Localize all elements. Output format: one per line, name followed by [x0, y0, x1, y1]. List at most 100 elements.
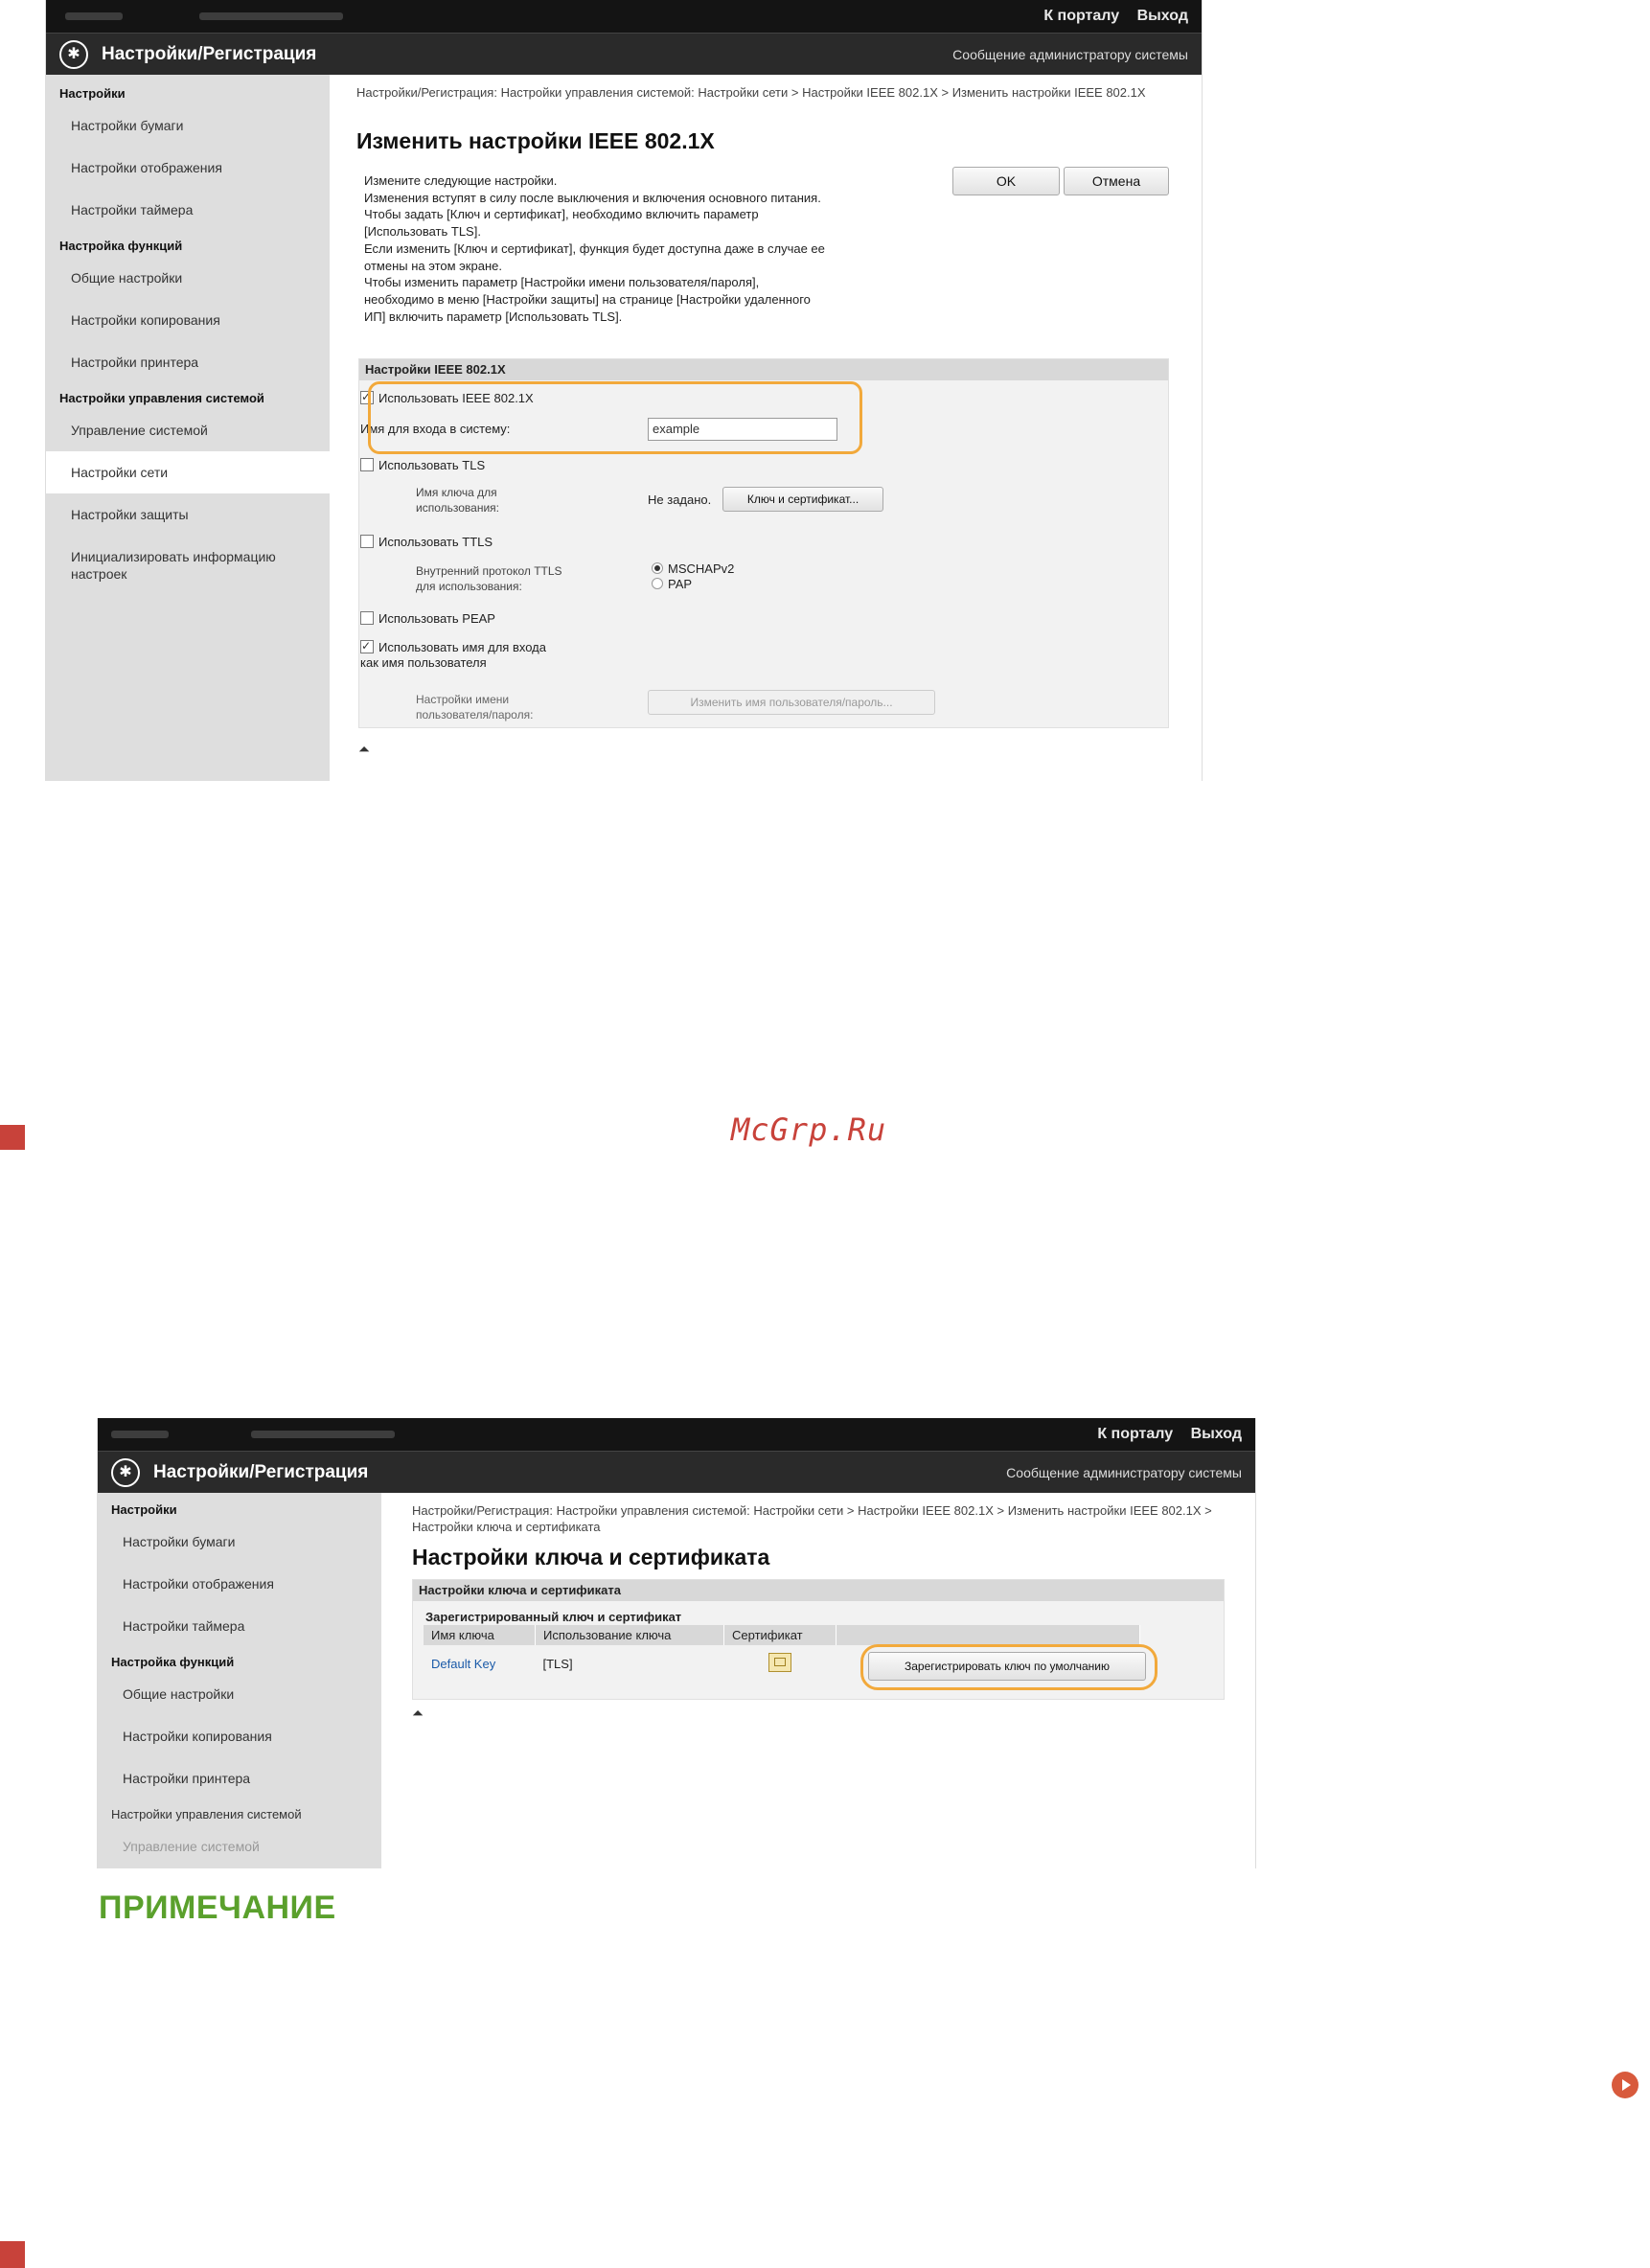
next-arrow-icon[interactable] [1612, 2072, 1639, 2098]
top-bar: К порталу Выход [98, 1418, 1255, 1451]
register-default-key-button[interactable]: Зарегистрировать ключ по умолчанию [868, 1652, 1146, 1681]
mschap-label: MSCHAPv2 [668, 561, 735, 576]
sidebar-group-settings: Настройки [111, 1502, 177, 1517]
sidebar: Настройки Настройки бумаги Настройки ото… [46, 75, 330, 781]
app-logo-icon: ✱ [59, 40, 88, 69]
screenshot-key-cert: К порталу Выход ✱ Настройки/Регистрация … [97, 1418, 1256, 1868]
login-name-input[interactable]: example [648, 418, 837, 441]
use-login-as-user-checkbox[interactable] [360, 638, 374, 653]
ttls-protocol-label: Внутренний протокол TTLS для использован… [416, 563, 562, 594]
info-line: Если изменить [Ключ и сертификат], функц… [364, 241, 825, 256]
use-ieee-checkbox[interactable] [360, 389, 374, 404]
ttls-protocol-label-line: для использования: [416, 580, 522, 593]
key-name-link[interactable]: Default Key [424, 1645, 536, 1683]
sidebar-group-system: Настройки управления системой [111, 1807, 302, 1821]
login-name-label: Имя для входа в систему: [360, 422, 511, 436]
pap-radio[interactable] [652, 578, 663, 589]
sidebar-item-common[interactable]: Общие настройки [98, 1673, 381, 1715]
sidebar-item-system-management[interactable]: Управление системой [46, 409, 330, 451]
user-pass-label-line: Настройки имени [416, 693, 510, 706]
use-ttls-label: Использовать TTLS [378, 535, 493, 549]
use-login-as-user-label-2: как имя пользователя [360, 655, 487, 670]
sidebar-item-timer[interactable]: Настройки таймера [98, 1605, 381, 1647]
scroll-to-top-icon[interactable]: ⏶ [412, 1706, 424, 1722]
page-edge-marker [0, 2241, 25, 2268]
key-usage-cell: [TLS] [542, 1657, 573, 1671]
use-login-as-user-row: Использовать имя для входа как имя польз… [360, 638, 546, 671]
sidebar-group-settings: Настройки [59, 86, 126, 101]
info-line: Чтобы изменить параметр [Настройки имени… [364, 275, 760, 290]
sidebar-group-system: Настройки управления системой [59, 391, 264, 405]
sidebar-item-security[interactable]: Настройки защиты [46, 493, 330, 536]
logout-link[interactable]: Выход [1137, 8, 1188, 24]
table-header: Имя ключа [424, 1625, 536, 1645]
portal-link[interactable]: К порталу [1043, 8, 1119, 24]
top-links: К порталу Выход [1084, 1426, 1242, 1443]
scroll-to-top-icon[interactable]: ⏶ [358, 742, 370, 758]
sidebar-item-paper[interactable]: Настройки бумаги [98, 1521, 381, 1563]
page-edge-marker [0, 1125, 25, 1150]
mschap-radio[interactable] [652, 562, 663, 574]
sidebar-item-initialize[interactable]: Инициализировать информацию настроек [46, 536, 330, 595]
page-title: Изменить настройки IEEE 802.1X [356, 128, 715, 153]
table-header-row: Имя ключа Использование ключа Сертификат [424, 1625, 1140, 1645]
app-logo-icon: ✱ [111, 1458, 140, 1487]
page-title: Настройки ключа и сертификата [412, 1545, 770, 1569]
sidebar-item-display[interactable]: Настройки отображения [46, 147, 330, 189]
sidebar-item-copy[interactable]: Настройки копирования [46, 299, 330, 341]
key-name-value: Не задано. [648, 493, 712, 507]
admin-message-link[interactable]: Сообщение администратору системы [1006, 1465, 1242, 1480]
use-peap-row: Использовать PEAP [360, 611, 495, 627]
use-ieee-row: Использовать IEEE 802.1X [360, 389, 534, 406]
portal-link[interactable]: К порталу [1097, 1426, 1173, 1442]
breadcrumb: Настройки/Регистрация: Настройки управле… [356, 85, 1146, 100]
certificate-icon[interactable] [768, 1653, 791, 1672]
info-line: [Использовать TLS]. [364, 224, 481, 240]
use-ieee-label: Использовать IEEE 802.1X [378, 391, 534, 405]
change-user-pass-button[interactable]: Изменить имя пользователя/пароль... [648, 690, 935, 715]
logout-link[interactable]: Выход [1191, 1426, 1242, 1442]
ttls-protocol-label-line: Внутренний протокол TTLS [416, 564, 562, 578]
sidebar-item-common[interactable]: Общие настройки [46, 257, 330, 299]
sidebar-item-display[interactable]: Настройки отображения [98, 1563, 381, 1605]
sidebar-item-paper[interactable]: Настройки бумаги [46, 104, 330, 147]
table-header: Использование ключа [535, 1625, 724, 1645]
info-line: необходимо в меню [Настройки защиты] на … [364, 291, 811, 307]
key-cert-button[interactable]: Ключ и сертификат... [722, 487, 883, 512]
blurred-device-model [199, 12, 343, 20]
sidebar: Настройки Настройки бумаги Настройки ото… [98, 1493, 381, 1868]
sidebar-item-timer[interactable]: Настройки таймера [46, 189, 330, 231]
blurred-device-model [251, 1431, 395, 1438]
admin-message-link[interactable]: Сообщение администратору системы [952, 47, 1188, 62]
ttls-option-mschap: MSCHAPv2 [652, 561, 734, 577]
sidebar-item-system-management[interactable]: Управление системой [98, 1825, 381, 1867]
sidebar-item-printer[interactable]: Настройки принтера [46, 341, 330, 383]
info-line: отмены на этом экране. [364, 258, 502, 273]
sidebar-item-network[interactable]: Настройки сети [46, 451, 330, 493]
sidebar-group-functions: Настройка функций [59, 239, 183, 253]
use-login-as-user-label: Использовать имя для входа [378, 640, 546, 654]
sidebar-item-copy[interactable]: Настройки копирования [98, 1715, 381, 1757]
info-line: Изменения вступят в силу после выключени… [364, 190, 821, 205]
blurred-device-name [111, 1431, 169, 1438]
top-bar: К порталу Выход [46, 0, 1202, 33]
sidebar-item-printer[interactable]: Настройки принтера [98, 1757, 381, 1799]
table-header [836, 1625, 1140, 1645]
user-pass-settings-label: Настройки имени пользователя/пароля: [416, 692, 533, 722]
use-peap-checkbox[interactable] [360, 611, 374, 625]
top-links: К порталу Выход [1030, 8, 1188, 25]
main-content: Настройки/Регистрация: Настройки управле… [330, 75, 1202, 781]
use-ttls-checkbox[interactable] [360, 535, 374, 548]
use-ttls-row: Использовать TTLS [360, 535, 493, 550]
main-content: Настройки/Регистрация: Настройки управле… [381, 1493, 1255, 1868]
key-name-label-line: использования: [416, 501, 499, 515]
key-name-label-line: Имя ключа для [416, 486, 497, 499]
breadcrumb: Настройки/Регистрация: Настройки управле… [412, 1503, 1212, 1534]
use-tls-row: Использовать TLS [360, 458, 485, 473]
app-title: Настройки/Регистрация [153, 1462, 369, 1482]
info-text: Измените следующие настройки. Изменения … [364, 172, 939, 325]
use-tls-checkbox[interactable] [360, 458, 374, 471]
ok-button[interactable]: OK [952, 167, 1060, 195]
user-pass-label-line: пользователя/пароля: [416, 708, 534, 722]
cancel-button[interactable]: Отмена [1064, 167, 1169, 195]
